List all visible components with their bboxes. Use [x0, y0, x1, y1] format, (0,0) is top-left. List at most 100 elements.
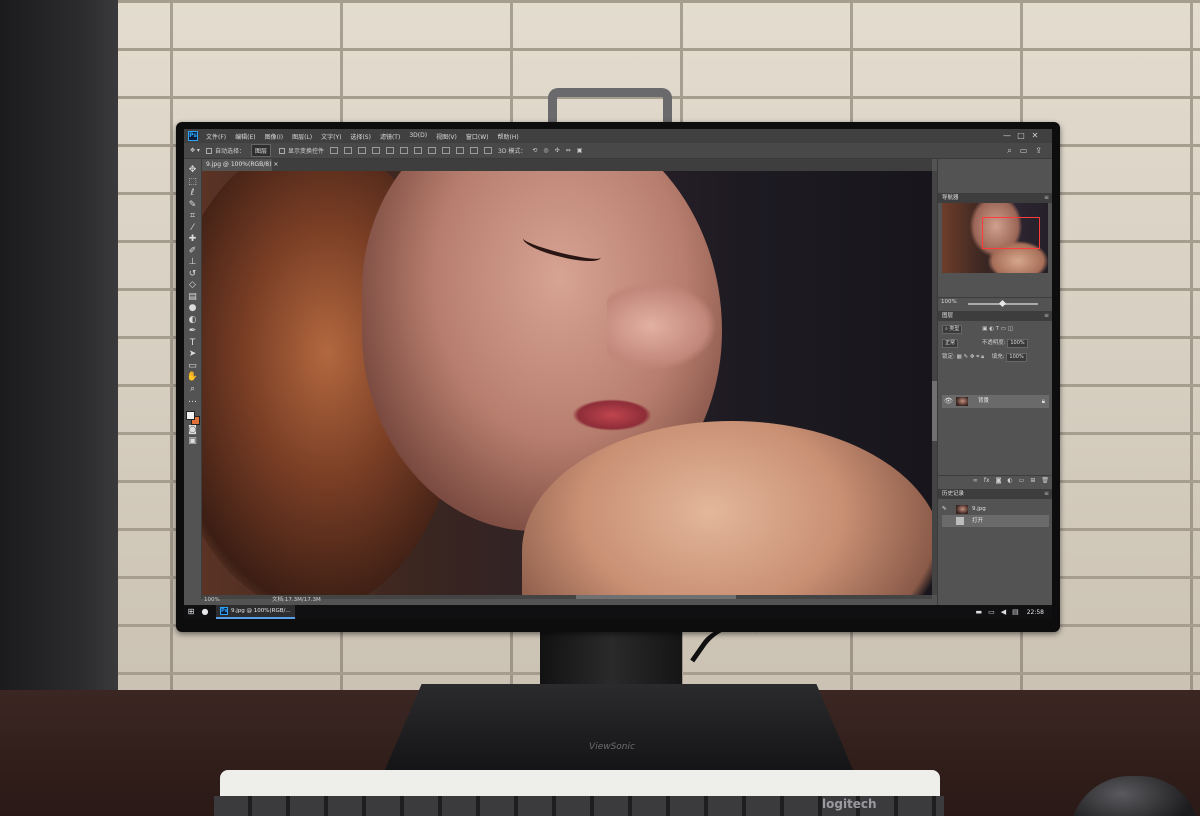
windows-start-icon[interactable]: ⊞ [184, 605, 198, 619]
move-tool-icon[interactable]: ✥ [185, 165, 201, 177]
align-right-icon[interactable] [400, 147, 408, 154]
status-zoom[interactable]: 100% [204, 595, 220, 605]
notification-icon[interactable]: ▤ [1012, 608, 1019, 616]
navigator-view-box[interactable] [982, 217, 1040, 249]
document-tab[interactable]: 9.jpg @ 100%(RGB/8) × [202, 159, 278, 171]
document-canvas[interactable] [202, 171, 932, 595]
align-hcenter-icon[interactable] [386, 147, 394, 154]
menu-edit[interactable]: 编辑(E) [235, 132, 255, 141]
distribute-left-icon[interactable] [456, 147, 464, 154]
search-icon[interactable]: ⌕ [1007, 146, 1011, 155]
transform-controls-checkbox[interactable] [278, 147, 285, 154]
menu-window[interactable]: 窗口(W) [466, 132, 489, 141]
navigator-panel-header[interactable]: 导航器 ≡ [938, 193, 1052, 203]
roll-3d-icon[interactable]: ◎ [543, 147, 548, 154]
menu-image[interactable]: 图像(I) [265, 132, 283, 141]
folder-icon[interactable]: ▬ [975, 608, 982, 616]
align-vcenter-icon[interactable] [344, 147, 352, 154]
eyedropper-tool-icon[interactable]: ⁄ [185, 223, 201, 235]
panel-menu-icon[interactable]: ≡ [1044, 193, 1049, 203]
menu-layer[interactable]: 图层(L) [292, 132, 312, 141]
auto-select-dropdown[interactable]: 图层 [250, 144, 271, 157]
lock-icons[interactable]: ▦ ✎ ✥ ⌗ 🔒︎ [957, 354, 984, 360]
layer-filter-dropdown[interactable]: ⌕ 类型 [942, 325, 963, 334]
tab-close-icon[interactable]: × [273, 161, 278, 168]
navigator-zoom-slider[interactable] [968, 299, 1038, 308]
align-left-icon[interactable] [372, 147, 380, 154]
layers-panel-header[interactable]: 图层 ≡ [938, 311, 1052, 321]
pen-tool-icon[interactable]: ✒ [185, 326, 201, 338]
menu-3d[interactable]: 3D(D) [409, 132, 427, 141]
clone-stamp-tool-icon[interactable]: ⊥ [185, 257, 201, 269]
workspace-icon[interactable]: ▭ [1020, 146, 1028, 155]
lasso-tool-icon[interactable]: ℓ [185, 188, 201, 200]
crop-tool-icon[interactable]: ⌗ [185, 211, 201, 223]
hand-tool-icon[interactable]: ✋ [185, 372, 201, 384]
adjustment-layer-icon[interactable]: ◐ [1007, 477, 1012, 484]
layer-filter-icons[interactable]: ▣ ◐ T ▭ ◫ [982, 326, 1013, 332]
history-panel-header[interactable]: 历史记录 ≡ [938, 489, 1052, 499]
blend-mode-dropdown[interactable]: 正常 [942, 339, 959, 348]
visibility-eye-icon[interactable]: 👁︎ [944, 395, 953, 408]
navigator-zoom-value[interactable]: 100% [941, 299, 957, 305]
brush-tool-icon[interactable]: ✐ [185, 246, 201, 258]
distribute-vcenter-icon[interactable] [428, 147, 436, 154]
distribute-top-icon[interactable] [414, 147, 422, 154]
opacity-input[interactable]: 100% [1007, 339, 1028, 348]
layer-item-background[interactable]: 👁︎ 背景 🔒︎ [942, 395, 1049, 408]
slide-3d-icon[interactable]: ⇔ [566, 147, 571, 154]
taskbar-clock[interactable]: 22:58 [1027, 609, 1044, 616]
history-step-open[interactable]: 打开 [942, 515, 1049, 527]
group-icon[interactable]: ▭ [1019, 477, 1025, 484]
panel-menu-icon[interactable]: ≡ [1044, 311, 1049, 321]
delete-layer-icon[interactable]: 🗑︎ [1041, 477, 1049, 484]
gradient-tool-icon[interactable]: ▤ [185, 292, 201, 304]
dodge-tool-icon[interactable]: ◐ [185, 315, 201, 327]
quick-mask-icon[interactable]: ◙ [185, 425, 201, 437]
menu-view[interactable]: 视图(V) [436, 132, 457, 141]
link-layers-icon[interactable]: ∞ [973, 477, 978, 484]
color-swatches[interactable] [185, 410, 200, 425]
menu-select[interactable]: 选择(S) [350, 132, 371, 141]
auto-select-checkbox[interactable] [205, 147, 212, 154]
healing-brush-tool-icon[interactable]: ✚ [185, 234, 201, 246]
distribute-hcenter-icon[interactable] [470, 147, 478, 154]
navigator-slider-knob[interactable] [998, 299, 1007, 308]
eraser-tool-icon[interactable]: ◇ [185, 280, 201, 292]
foreground-color-swatch[interactable] [185, 410, 195, 420]
menu-file[interactable]: 文件(F) [206, 132, 226, 141]
marquee-tool-icon[interactable]: ⬚ [185, 177, 201, 189]
quick-select-tool-icon[interactable]: ✎ [185, 200, 201, 212]
menu-type[interactable]: 文字(Y) [321, 132, 341, 141]
screen-mode-icon[interactable]: ▣ [185, 436, 201, 448]
move-tool-icon[interactable]: ✥ ▾ [190, 147, 200, 154]
type-tool-icon[interactable]: T [185, 338, 201, 350]
menu-help[interactable]: 帮助(H) [498, 132, 519, 141]
layer-style-icon[interactable]: fx [984, 477, 990, 484]
menu-filter[interactable]: 滤镜(T) [380, 132, 400, 141]
distribute-bottom-icon[interactable] [442, 147, 450, 154]
close-button[interactable]: ✕ [1028, 131, 1042, 140]
distribute-right-icon[interactable] [484, 147, 492, 154]
minimize-button[interactable]: — [1000, 131, 1014, 140]
network-icon[interactable]: ▭ [988, 608, 995, 616]
pan-3d-icon[interactable]: ✣ [555, 147, 560, 154]
maximize-button[interactable]: □ [1014, 131, 1028, 140]
rotate-3d-icon[interactable]: ⟲ [532, 147, 537, 154]
taskbar-search-icon[interactable]: ● [198, 605, 212, 619]
zoom-tool-icon[interactable]: ⌕ [185, 384, 201, 396]
volume-icon[interactable]: ◀ [1001, 608, 1006, 616]
align-top-icon[interactable] [330, 147, 338, 154]
blur-tool-icon[interactable]: ● [185, 303, 201, 315]
navigator-thumbnail[interactable] [942, 203, 1048, 273]
shape-tool-icon[interactable]: ▭ [185, 361, 201, 373]
align-bottom-icon[interactable] [358, 147, 366, 154]
history-brush-source-icon[interactable]: ✎ [942, 503, 947, 515]
panel-menu-icon[interactable]: ≡ [1044, 489, 1049, 499]
scale-3d-icon[interactable]: ▣ [577, 147, 583, 154]
history-brush-tool-icon[interactable]: ↺ [185, 269, 201, 281]
share-icon[interactable]: ⇪ [1035, 146, 1042, 155]
path-select-tool-icon[interactable]: ➤ [185, 349, 201, 361]
taskbar-photoshop-task[interactable]: Ps 9.jpg @ 100%(RGB/... [216, 605, 295, 619]
history-snapshot[interactable]: ✎ 9.jpg [942, 503, 1049, 515]
